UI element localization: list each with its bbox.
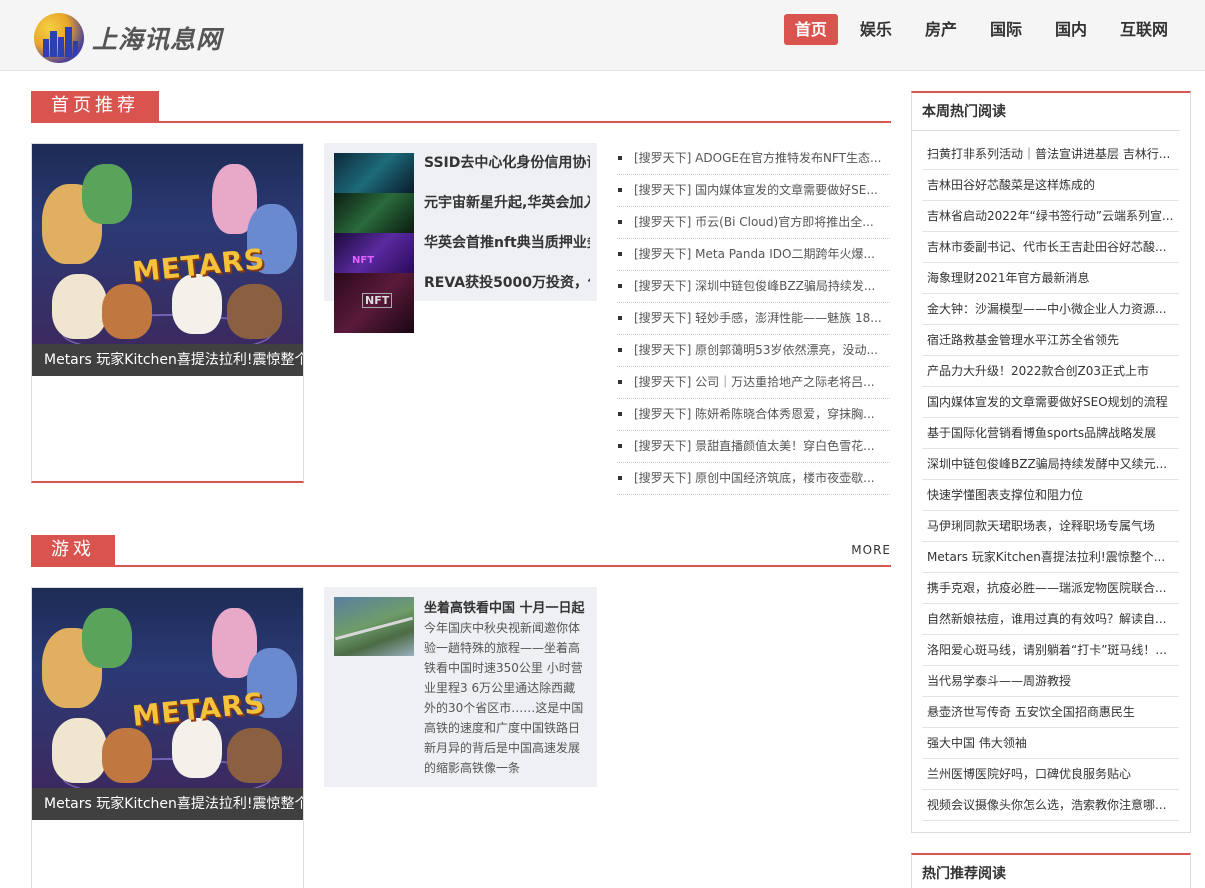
list-item[interactable]: [搜罗天下] 原创郭蔼明53岁依然漂亮，没动... — [617, 335, 890, 367]
section-title: 游戏 — [31, 535, 115, 565]
nav-internet[interactable]: 互联网 — [1109, 14, 1179, 45]
sidebar-item[interactable]: 海象理财2021年官方最新消息 — [922, 263, 1179, 294]
sidebar-item[interactable]: 洛阳爱心斑马线，请别躺着“打卡”斑马线！... — [922, 635, 1179, 666]
feature-art-text: METARS — [130, 686, 267, 733]
list-item[interactable]: [搜罗天下] 轻妙手感，澎湃性能——魅族 18... — [617, 303, 890, 335]
list-item[interactable]: [搜罗天下] 币云(Bi Cloud)官方即将推出全... — [617, 207, 890, 239]
sidebar-item[interactable]: 基于国际化营销看博鱼sports品牌战略发展 — [922, 418, 1179, 449]
article-desc: 今年国庆中秋央视新闻邀你体验一趟特殊的旅程——坐着高铁看中国时速350公里 小时… — [424, 621, 584, 775]
nav-international[interactable]: 国际 — [979, 14, 1033, 45]
list-item[interactable]: [搜罗天下] 景甜直播颜值太美！穿白色雪花... — [617, 431, 890, 463]
sidebar-item[interactable]: 吉林田谷好芯酸菜是这样炼成的 — [922, 170, 1179, 201]
list-item[interactable]: [搜罗天下] 国内媒体宣发的文章需要做好SE... — [617, 175, 890, 207]
more-link[interactable]: MORE — [851, 543, 891, 557]
list-item[interactable]: [搜罗天下] ADOGE在官方推特发布NFT生态... — [617, 143, 890, 175]
sidebar-hot-week: 本周热门阅读 扫黄打非系列活动｜普法宣讲进基层 吉林行... 吉林田谷好芯酸菜是… — [911, 91, 1191, 833]
nav-realestate[interactable]: 房产 — [914, 14, 968, 45]
feature-caption[interactable]: Metars 玩家Kitchen喜提法拉利!震惊整个 — [32, 344, 303, 376]
thumb-title[interactable]: SSID去中心化身份信用协议 — [424, 143, 590, 183]
sidebar-item[interactable]: 产品力大升级！2022款合创Z03正式上市 — [922, 356, 1179, 387]
list-item[interactable]: [搜罗天下] 陈妍希陈晓合体秀恩爱，穿抹胸... — [617, 399, 890, 431]
feature-image[interactable]: METARS — [32, 144, 303, 344]
section-home-header: 首页推荐 — [31, 91, 891, 123]
sidebar-title: 本周热门阅读 — [912, 93, 1180, 131]
main-nav: 首页 娱乐 房产 国际 国内 互联网 — [773, 14, 1179, 45]
sidebar-title: 热门推荐阅读 — [922, 866, 1006, 882]
thumb-title[interactable]: 元宇宙新星升起,华英会加入 — [424, 183, 590, 223]
sidebar-item[interactable]: 深圳中链包俊峰BZZ骗局持续发酵中又续元... — [922, 449, 1179, 480]
sidebar-item[interactable]: 视频会议摄像头你怎么选，浩索教你注意哪... — [922, 790, 1179, 821]
sidebar-item[interactable]: Metars 玩家Kitchen喜提法拉利!震惊整个... — [922, 542, 1179, 573]
feature-card-games[interactable]: METARS Metars 玩家Kitchen喜提法拉利!震惊整个 — [31, 587, 304, 888]
sidebar-item[interactable]: 当代易学泰斗——周游教授 — [922, 666, 1179, 697]
sidebar-item[interactable]: 扫黄打非系列活动｜普法宣讲进基层 吉林行... — [922, 139, 1179, 170]
sidebar-item[interactable]: 金大钟：沙漏模型——中小微企业人力资源... — [922, 294, 1179, 325]
sidebar-item[interactable]: 自然新娘祛痘，谁用过真的有效吗？解读自... — [922, 604, 1179, 635]
thumb-title[interactable]: REVA获投5000万投资，使 — [424, 263, 590, 303]
nav-home[interactable]: 首页 — [783, 14, 838, 45]
list-item[interactable]: [搜罗天下] Meta Panda IDO二期跨年火爆... — [617, 239, 890, 271]
sidebar-item[interactable]: 兰州医博医院好吗，口碑优良服务贴心 — [922, 759, 1179, 790]
sidebar-item[interactable]: 国内媒体宣发的文章需要做好SEO规划的流程 — [922, 387, 1179, 418]
article-thumb-image[interactable] — [334, 597, 414, 656]
nav-domestic[interactable]: 国内 — [1044, 14, 1098, 45]
section-games-header: 游戏 MORE — [31, 535, 891, 567]
list-item[interactable]: [搜罗天下] 公司｜万达重拾地产之际老将吕... — [617, 367, 890, 399]
section-title: 首页推荐 — [31, 91, 159, 121]
sidebar-item[interactable]: 吉林省启动2022年“绿书签行动”云端系列宣... — [922, 201, 1179, 232]
feature-art-text: METARS — [130, 242, 267, 289]
sidebar-list: 扫黄打非系列活动｜普法宣讲进基层 吉林行... 吉林田谷好芯酸菜是这样炼成的 吉… — [912, 131, 1190, 821]
nav-entertainment[interactable]: 娱乐 — [849, 14, 903, 45]
sidebar-item[interactable]: 宿迁路救基金管理水平江苏全省领先 — [922, 325, 1179, 356]
site-logo[interactable]: 上海讯息网 — [34, 13, 223, 63]
news-list: [搜罗天下] ADOGE在官方推特发布NFT生态... [搜罗天下] 国内媒体宣… — [617, 143, 890, 495]
game-article[interactable]: 坐着高铁看中国 十月一日起 今年国庆中秋央视新闻邀你体验一趟特殊的旅程——坐着高… — [324, 587, 597, 787]
logo-emblem-icon — [34, 13, 84, 63]
sidebar-item[interactable]: 吉林市委副书记、代市长王吉赴田谷好芯酸... — [922, 232, 1179, 263]
article-title[interactable]: 坐着高铁看中国 十月一日起 — [424, 597, 590, 616]
feature-image[interactable]: METARS — [32, 588, 303, 788]
list-item[interactable]: [搜罗天下] 深圳中链包俊峰BZZ骗局持续发... — [617, 271, 890, 303]
thumb-list: NFT NFT SSID去中心化身份信用协议 元宇宙新星升起,华英会加入 华英会… — [324, 143, 597, 333]
sidebar-hot-recommend: 热门推荐阅读 — [911, 853, 1191, 888]
feature-caption[interactable]: Metars 玩家Kitchen喜提法拉利!震惊整个 — [32, 788, 303, 820]
site-header: 上海讯息网 首页 娱乐 房产 国际 国内 互联网 — [0, 0, 1205, 71]
sidebar-item[interactable]: 马伊琍同款天珺职场表，诠释职场专属气场 — [922, 511, 1179, 542]
sidebar-item[interactable]: 携手克艰，抗疫必胜——瑞派宠物医院联合... — [922, 573, 1179, 604]
sidebar-item[interactable]: 强大中国 伟大领袖 — [922, 728, 1179, 759]
list-item[interactable]: [搜罗天下] 原创中国经济筑底，楼市夜壶歇... — [617, 463, 890, 495]
sidebar-item[interactable]: 快速学懂图表支撑位和阻力位 — [922, 480, 1179, 511]
sidebar-item[interactable]: 悬壶济世写传奇 五安饮全国招商惠民生 — [922, 697, 1179, 728]
feature-card-home[interactable]: METARS Metars 玩家Kitchen喜提法拉利!震惊整个 — [31, 143, 304, 483]
logo-text: 上海讯息网 — [92, 25, 223, 54]
thumb-title[interactable]: 华英会首推nft典当质押业务 — [424, 223, 590, 263]
